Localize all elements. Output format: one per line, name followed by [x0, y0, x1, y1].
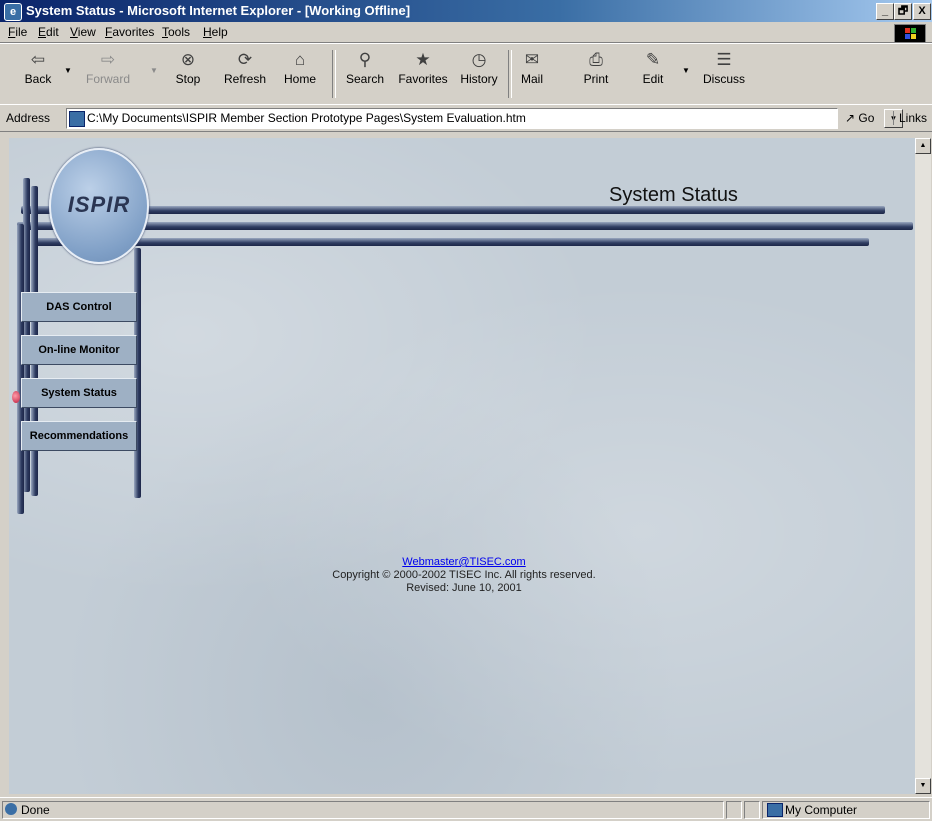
- toolbar-separator: [332, 50, 336, 98]
- address-value: C:\My Documents\ISPIR Member Section Pro…: [87, 111, 526, 125]
- status-pane: Done: [2, 801, 724, 819]
- menu-help[interactable]: Help: [203, 25, 228, 39]
- edit-icon: ✎: [645, 50, 661, 69]
- ie-app-icon[interactable]: e: [4, 3, 22, 21]
- nav-online-monitor[interactable]: On-line Monitor: [21, 335, 137, 365]
- go-arrow-icon: ↗: [845, 111, 856, 125]
- status-bar: Done My Computer: [0, 797, 932, 821]
- stop-icon: ⊗: [180, 50, 196, 69]
- nav-das-control[interactable]: DAS Control: [21, 292, 137, 322]
- menu-bar: File Edit View Favorites Tools Help: [0, 22, 932, 43]
- close-button[interactable]: X: [913, 3, 931, 20]
- nav-system-status[interactable]: System Status: [21, 378, 137, 408]
- edit-dropdown-icon[interactable]: ▼: [682, 66, 690, 75]
- search-button[interactable]: ⚲ Search: [340, 48, 390, 98]
- go-button[interactable]: ↗ Go: [845, 111, 874, 125]
- scroll-up-icon[interactable]: ▲: [915, 138, 931, 154]
- print-icon: ⎙: [589, 50, 603, 69]
- mail-icon: ✉: [524, 50, 540, 69]
- menu-view[interactable]: View: [70, 25, 96, 39]
- address-input[interactable]: C:\My Documents\ISPIR Member Section Pro…: [66, 108, 903, 129]
- decor-bar: [31, 238, 869, 246]
- favorites-button[interactable]: ★ Favorites: [392, 48, 454, 98]
- forward-button[interactable]: ⇨ Forward: [78, 48, 138, 98]
- back-arrow-icon: ⇦: [30, 50, 46, 69]
- menu-file[interactable]: File: [8, 25, 27, 39]
- window-title: System Status - Microsoft Internet Explo…: [26, 3, 411, 18]
- refresh-button[interactable]: ⟳ Refresh: [218, 48, 272, 98]
- my-computer-icon: [767, 803, 783, 817]
- forward-arrow-icon: ⇨: [100, 50, 116, 69]
- ispir-logo[interactable]: ISPIR: [49, 148, 149, 264]
- ie-page-icon: [5, 803, 17, 815]
- active-nav-indicator-icon: [12, 391, 20, 403]
- page-title: System Status: [609, 184, 738, 206]
- history-button[interactable]: ◷ History: [456, 48, 502, 98]
- windows-logo-icon: [894, 24, 926, 43]
- discuss-button[interactable]: ☰ Discuss: [698, 48, 750, 98]
- toolbar: ⇦ Back ▼ ⇨ Forward ▼ ⊗ Stop ⟳ Refresh ⌂ …: [0, 43, 932, 105]
- nav-recommendations[interactable]: Recommendations: [21, 421, 137, 451]
- back-button[interactable]: ⇦ Back: [18, 48, 58, 98]
- history-icon: ◷: [471, 50, 487, 69]
- home-button[interactable]: ⌂ Home: [280, 48, 320, 98]
- search-icon: ⚲: [358, 50, 372, 69]
- address-label: Address: [6, 111, 51, 125]
- favorites-icon: ★: [415, 50, 431, 69]
- status-pane: [744, 801, 760, 819]
- forward-dropdown-icon[interactable]: ▼: [150, 66, 158, 75]
- menu-edit[interactable]: Edit: [38, 25, 59, 39]
- revised-date: Revised: June 10, 2001: [406, 582, 522, 594]
- scroll-down-icon[interactable]: ▼: [915, 778, 931, 794]
- menu-favorites[interactable]: Favorites: [105, 25, 154, 39]
- back-dropdown-icon[interactable]: ▼: [64, 66, 72, 75]
- discuss-icon: ☰: [716, 50, 732, 69]
- title-bar: e System Status - Microsoft Internet Exp…: [0, 0, 932, 22]
- decor-bar: [17, 222, 913, 230]
- page-footer: Webmaster@TISEC.com Copyright © 2000-200…: [289, 556, 639, 595]
- address-bar: Address C:\My Documents\ISPIR Member Sec…: [0, 104, 932, 132]
- restore-button[interactable]: 🗗: [894, 3, 912, 20]
- links-button[interactable]: Links: [893, 111, 927, 125]
- status-pane: [726, 801, 742, 819]
- page-icon: [69, 111, 85, 127]
- edit-button[interactable]: ✎ Edit: [638, 48, 668, 98]
- print-button[interactable]: ⎙ Print: [578, 48, 614, 98]
- copyright-text: Copyright © 2000-2002 TISEC Inc. All rig…: [332, 569, 596, 581]
- security-zone-pane: My Computer: [762, 801, 930, 819]
- mail-button[interactable]: ✉ Mail: [514, 48, 550, 98]
- refresh-icon: ⟳: [237, 50, 253, 69]
- webmaster-email-link[interactable]: Webmaster@TISEC.com: [402, 556, 525, 568]
- decor-bar: [17, 224, 24, 514]
- minimize-button[interactable]: _: [876, 3, 894, 20]
- page-content: ISPIR System Status DAS Control On-line …: [9, 138, 915, 794]
- toolbar-separator: [508, 50, 512, 98]
- menu-tools[interactable]: Tools: [162, 25, 190, 39]
- stop-button[interactable]: ⊗ Stop: [170, 48, 206, 98]
- decor-bar: [21, 206, 885, 214]
- decor-bar: [134, 248, 141, 498]
- status-text: Done: [21, 803, 50, 817]
- security-zone-text: My Computer: [785, 803, 858, 817]
- vertical-scrollbar[interactable]: ▲ ▼: [915, 138, 931, 794]
- home-icon: ⌂: [294, 50, 306, 69]
